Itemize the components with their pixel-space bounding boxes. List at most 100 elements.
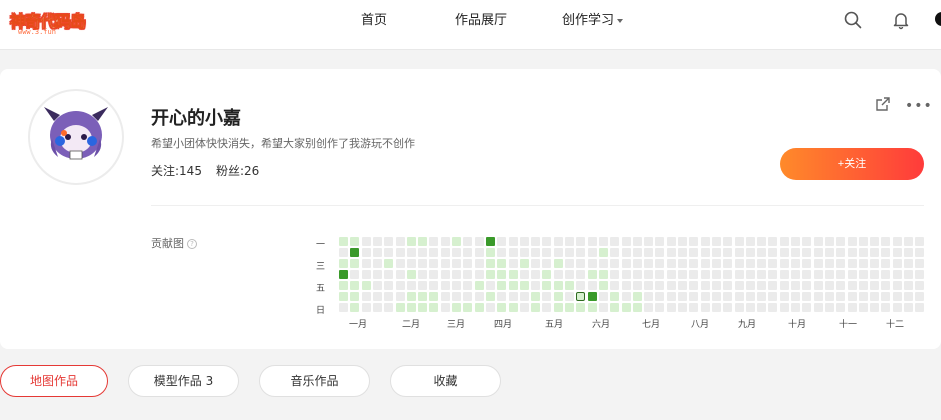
contribution-cell[interactable]: [554, 303, 563, 312]
contribution-cell[interactable]: [802, 303, 811, 312]
contribution-cell[interactable]: [915, 270, 924, 279]
contribution-cell[interactable]: [362, 292, 371, 301]
contribution-cell[interactable]: [554, 237, 563, 246]
contribution-cell[interactable]: [836, 303, 845, 312]
contribution-cell[interactable]: [396, 259, 405, 268]
contribution-cell[interactable]: [452, 281, 461, 290]
contribution-cell[interactable]: [429, 248, 438, 257]
contribution-cell[interactable]: [746, 237, 755, 246]
contribution-cell[interactable]: [429, 292, 438, 301]
contribution-cell[interactable]: [859, 281, 868, 290]
contribution-cell[interactable]: [565, 259, 574, 268]
contribution-cell[interactable]: [915, 259, 924, 268]
contribution-cell[interactable]: [735, 237, 744, 246]
contribution-cell[interactable]: [350, 270, 359, 279]
contribution-cell[interactable]: [554, 270, 563, 279]
contribution-cell[interactable]: [599, 248, 608, 257]
contribution-cell[interactable]: [848, 270, 857, 279]
contribution-cell[interactable]: [633, 237, 642, 246]
contribution-cell[interactable]: [633, 259, 642, 268]
contribution-cell[interactable]: [441, 270, 450, 279]
contribution-cell[interactable]: [780, 237, 789, 246]
contribution-cell[interactable]: [712, 248, 721, 257]
contribution-cell[interactable]: [475, 303, 484, 312]
contribution-cell[interactable]: [859, 270, 868, 279]
contribution-cell[interactable]: [622, 248, 631, 257]
nav-gallery[interactable]: 作品展厅: [455, 9, 507, 28]
following-count[interactable]: 关注:145: [151, 164, 202, 178]
contribution-cell[interactable]: [633, 281, 642, 290]
contribution-cell[interactable]: [723, 237, 732, 246]
contribution-cell[interactable]: [565, 237, 574, 246]
contribution-cell[interactable]: [814, 303, 823, 312]
contribution-cell[interactable]: [588, 270, 597, 279]
contribution-cell[interactable]: [859, 303, 868, 312]
contribution-cell[interactable]: [893, 270, 902, 279]
contribution-cell[interactable]: [768, 248, 777, 257]
contribution-cell[interactable]: [859, 248, 868, 257]
contribution-cell[interactable]: [509, 270, 518, 279]
contribution-cell[interactable]: [848, 281, 857, 290]
contribution-cell[interactable]: [475, 259, 484, 268]
contribution-cell[interactable]: [893, 292, 902, 301]
contribution-cell[interactable]: [667, 248, 676, 257]
contribution-cell[interactable]: [667, 303, 676, 312]
contribution-cell[interactable]: [735, 292, 744, 301]
contribution-cell[interactable]: [757, 303, 766, 312]
contribution-cell[interactable]: [633, 292, 642, 301]
contribution-cell[interactable]: [780, 281, 789, 290]
contribution-cell[interactable]: [814, 281, 823, 290]
contribution-cell[interactable]: [723, 270, 732, 279]
contribution-cell[interactable]: [339, 237, 348, 246]
contribution-cell[interactable]: [881, 303, 890, 312]
contribution-cell[interactable]: [791, 248, 800, 257]
contribution-cell[interactable]: [780, 270, 789, 279]
contribution-cell[interactable]: [814, 259, 823, 268]
contribution-cell[interactable]: [723, 248, 732, 257]
contribution-cell[interactable]: [542, 303, 551, 312]
contribution-cell[interactable]: [429, 237, 438, 246]
contribution-cell[interactable]: [339, 270, 348, 279]
contribution-cell[interactable]: [825, 281, 834, 290]
contribution-cell[interactable]: [531, 303, 540, 312]
contribution-cell[interactable]: [655, 281, 664, 290]
contribution-cell[interactable]: [441, 303, 450, 312]
contribution-cell[interactable]: [475, 292, 484, 301]
contribution-cell[interactable]: [576, 248, 585, 257]
contribution-cell[interactable]: [339, 303, 348, 312]
contribution-cell[interactable]: [904, 303, 913, 312]
contribution-cell[interactable]: [904, 270, 913, 279]
contribution-cell[interactable]: [825, 303, 834, 312]
contribution-cell[interactable]: [475, 248, 484, 257]
contribution-cell[interactable]: [644, 303, 653, 312]
contribution-cell[interactable]: [689, 292, 698, 301]
contribution-cell[interactable]: [599, 303, 608, 312]
contribution-cell[interactable]: [746, 270, 755, 279]
contribution-cell[interactable]: [780, 303, 789, 312]
contribution-cell[interactable]: [610, 270, 619, 279]
contribution-cell[interactable]: [599, 237, 608, 246]
contribution-cell[interactable]: [848, 303, 857, 312]
contribution-cell[interactable]: [565, 270, 574, 279]
contribution-cell[interactable]: [441, 248, 450, 257]
contribution-cell[interactable]: [768, 281, 777, 290]
contribution-cell[interactable]: [497, 281, 506, 290]
tab-map-works[interactable]: 地图作品: [0, 365, 108, 397]
contribution-cell[interactable]: [509, 237, 518, 246]
contribution-cell[interactable]: [746, 248, 755, 257]
contribution-cell[interactable]: [678, 259, 687, 268]
contribution-cell[interactable]: [791, 259, 800, 268]
contribution-cell[interactable]: [339, 292, 348, 301]
contribution-cell[interactable]: [520, 270, 529, 279]
contribution-cell[interactable]: [362, 281, 371, 290]
contribution-cell[interactable]: [701, 292, 710, 301]
contribution-cell[interactable]: [441, 292, 450, 301]
contribution-cell[interactable]: [531, 292, 540, 301]
contribution-cell[interactable]: [497, 270, 506, 279]
contribution-cell[interactable]: [712, 259, 721, 268]
contribution-cell[interactable]: [452, 303, 461, 312]
contribution-cell[interactable]: [407, 292, 416, 301]
contribution-cell[interactable]: [610, 303, 619, 312]
contribution-cell[interactable]: [542, 259, 551, 268]
contribution-cell[interactable]: [486, 237, 495, 246]
